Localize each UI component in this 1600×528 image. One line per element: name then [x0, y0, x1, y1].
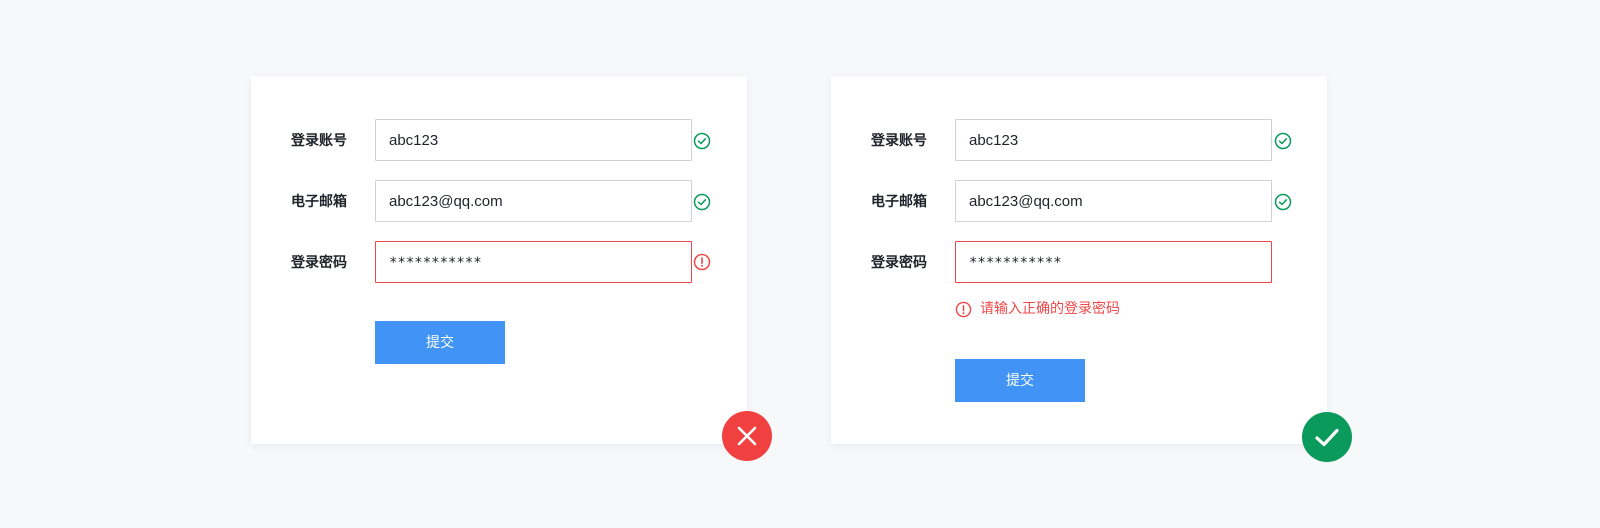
- correct-badge: [1302, 412, 1352, 462]
- form-panel-correct: 登录账号 abc123 电子邮箱 abc123@qq.com 登录密码 ****…: [831, 76, 1327, 444]
- password-label: 登录密码: [291, 255, 347, 271]
- check-circle-icon: [693, 132, 711, 150]
- email-input[interactable]: abc123@qq.com: [375, 180, 692, 222]
- exclamation-circle-icon: [693, 253, 711, 271]
- account-input[interactable]: abc123: [955, 119, 1272, 161]
- submit-button[interactable]: 提交: [375, 321, 505, 364]
- password-input[interactable]: ***********: [375, 241, 692, 283]
- check-circle-icon: [1274, 193, 1292, 211]
- account-label: 登录账号: [291, 133, 347, 149]
- account-input[interactable]: abc123: [375, 119, 692, 161]
- error-text: 请输入正确的登录密码: [980, 301, 1120, 317]
- password-error-message: 请输入正确的登录密码: [955, 299, 1120, 319]
- check-icon: [1315, 428, 1339, 447]
- password-input[interactable]: ***********: [955, 241, 1272, 283]
- email-label: 电子邮箱: [291, 194, 347, 210]
- check-circle-icon: [693, 193, 711, 211]
- form-panel-incorrect: 登录账号 abc123 电子邮箱 abc123@qq.com 登录密码 ****…: [251, 76, 747, 444]
- incorrect-badge: [722, 411, 772, 461]
- cross-icon: [737, 426, 757, 446]
- check-circle-icon: [1274, 132, 1292, 150]
- email-input[interactable]: abc123@qq.com: [955, 180, 1272, 222]
- submit-button[interactable]: 提交: [955, 359, 1085, 402]
- account-label: 登录账号: [871, 133, 927, 149]
- exclamation-circle-icon: [955, 301, 972, 317]
- email-label: 电子邮箱: [871, 194, 927, 210]
- password-label: 登录密码: [871, 255, 927, 271]
